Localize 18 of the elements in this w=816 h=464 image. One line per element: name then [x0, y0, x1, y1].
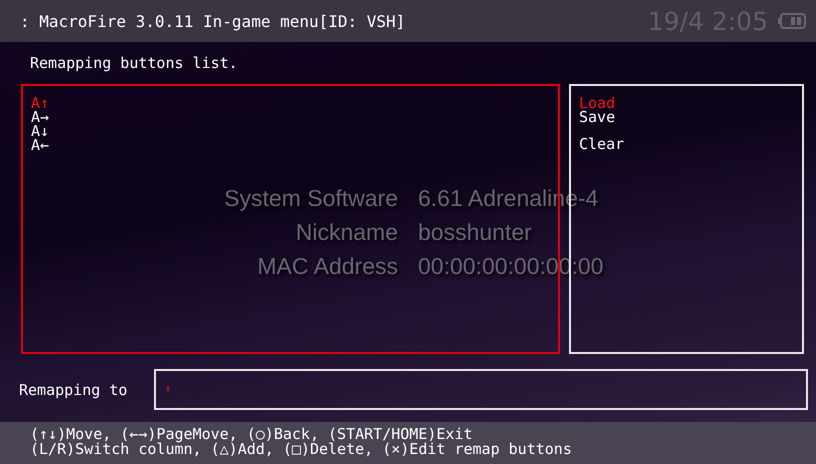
field-label: Remapping to — [19, 380, 128, 398]
remap-item[interactable]: A↓ — [31, 124, 50, 138]
remap-item[interactable]: A→ — [31, 110, 50, 124]
menu-item[interactable]: Save — [579, 110, 616, 124]
remapping-field[interactable]: ↑ — [154, 369, 808, 410]
info-value: bosshunter — [418, 218, 533, 246]
remap-item[interactable]: A← — [31, 138, 50, 152]
info-label: System Software — [223, 184, 398, 212]
battery-icon — [778, 13, 806, 29]
section-heading: Remapping buttons list. — [30, 54, 239, 74]
info-label: MAC Address — [256, 252, 398, 280]
help-text: (↑↓)Move, (←→)PageMove, (○)Back, (START/HOME)Exit — [30, 427, 473, 442]
menu-item[interactable]: Load — [579, 96, 616, 110]
info-label: Nickname — [294, 218, 398, 246]
window-title: : MacroFire 3.0.11 In-game menu[ID: VSH] — [20, 12, 406, 30]
menu-item[interactable]: Clear — [579, 137, 624, 151]
help-text: (L/R)Switch column, (△)Add, (□)Delete, (×)Edit remap buttons — [30, 442, 572, 457]
remap-item[interactable]: A↑ — [31, 96, 50, 110]
